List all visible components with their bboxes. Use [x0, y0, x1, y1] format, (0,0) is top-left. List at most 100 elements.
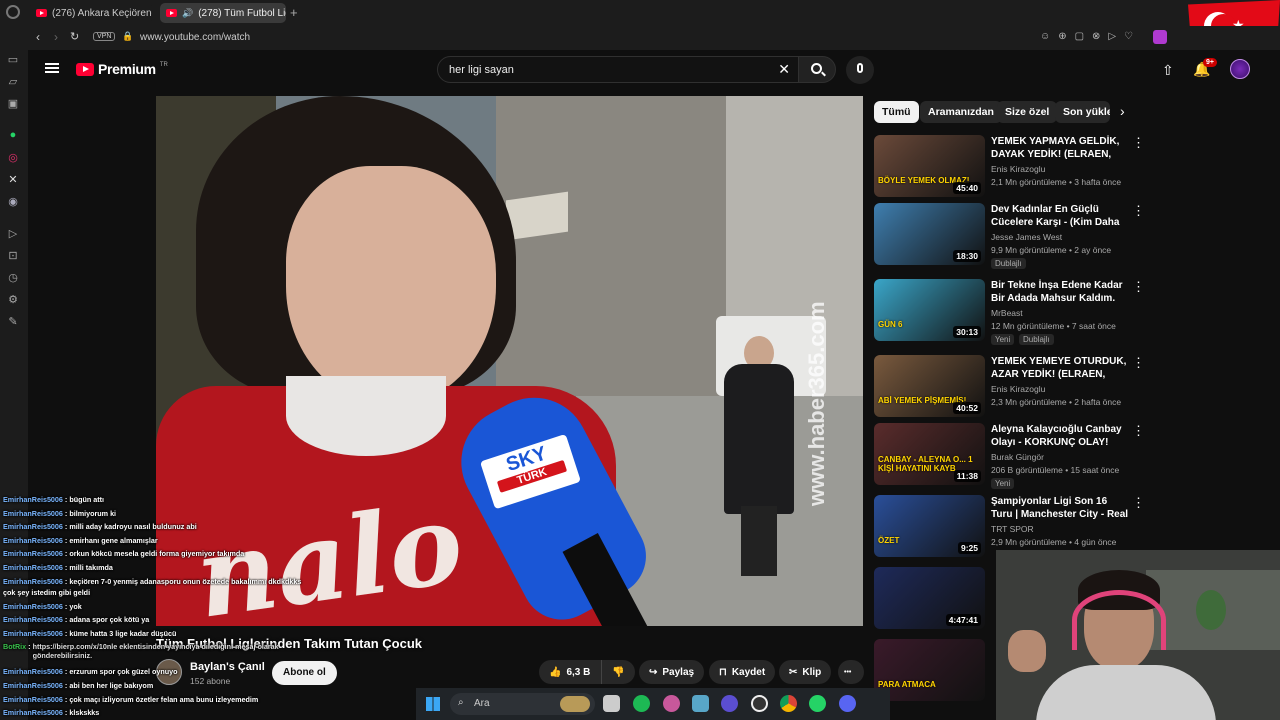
more-options-icon[interactable]: ⋮ — [1132, 203, 1145, 218]
video-title[interactable]: YEMEK YAPMAYA GELDİK, DAYAK YEDİK! (ELRA… — [991, 135, 1129, 162]
recommended-video[interactable]: 18:30 Dev Kadınlar En Güçlü Cücelere Karş… — [874, 203, 1145, 269]
chat-message: EmirhanReis5006 : adana spor çok kötü ya — [3, 615, 149, 624]
search-input[interactable]: her ligi sayan ✕ — [437, 56, 799, 83]
chat-text: bügün attı — [69, 495, 105, 504]
settings-icon[interactable]: ⚙ — [6, 292, 20, 306]
recommended-video[interactable]: ABİ YEMEK PİŞMEMİŞ! 40:52 YEMEK YEMEYE OTU… — [874, 355, 1145, 421]
hamburger-menu-icon[interactable] — [45, 63, 59, 73]
reload-icon[interactable]: ↻ — [70, 30, 79, 43]
forward-icon[interactable]: › — [54, 30, 58, 44]
more-actions-button[interactable]: ••• — [838, 660, 864, 684]
app-icon-1[interactable] — [663, 695, 680, 712]
discord-icon[interactable]: ◉ — [6, 194, 20, 208]
video-title[interactable]: Şampiyonlar Ligi Son 16 Turu | Mancheste… — [991, 495, 1129, 522]
whatsapp-icon[interactable]: ● — [6, 128, 20, 142]
channel-name[interactable]: Jesse James West — [991, 232, 1062, 242]
tab-1[interactable]: (276) Ankara Keçiörengüc — [30, 3, 152, 23]
chrome-icon[interactable] — [780, 695, 797, 712]
more-options-icon[interactable]: ⋮ — [1132, 355, 1145, 370]
video-thumbnail[interactable]: 18:30 — [874, 203, 985, 265]
chat-username: EmirhanReis5006 — [3, 667, 63, 676]
video-thumbnail[interactable]: GÜN 6 30:13 — [874, 279, 985, 341]
spotify-icon[interactable] — [633, 695, 650, 712]
chip-for-you[interactable]: Size özel — [997, 101, 1058, 123]
chat-message: EmirhanReis5006 : küme hatta 3 lige kada… — [3, 629, 176, 638]
subscribe-button[interactable]: Abone ol — [272, 661, 337, 685]
chip-recent[interactable]: Son yükle — [1055, 101, 1110, 123]
chat-message: EmirhanReis5006 : orkun kökcü mesela gel… — [3, 549, 244, 558]
app-icon-2[interactable] — [692, 695, 709, 712]
youtube-logo[interactable]: Premium TR — [76, 61, 168, 77]
clip-button[interactable]: ✂ Klip — [779, 660, 832, 684]
channel-name[interactable]: TRT SPOR — [991, 524, 1034, 534]
back-icon[interactable]: ‹ — [36, 30, 40, 44]
share-button[interactable]: ↪ Paylaş — [639, 660, 705, 684]
chip-all[interactable]: Tümü — [874, 101, 919, 123]
sidebar-icon-1[interactable]: ▭ — [6, 52, 20, 66]
logo-text: Premium — [98, 61, 156, 77]
chat-text: https://bierp.com/x/10nle eklentisinden … — [32, 642, 279, 660]
channel-name[interactable]: Baylan's Çanıl — [190, 661, 265, 673]
chat-text: milli aday kadroyu nasıl buldunuz abi — [69, 522, 197, 531]
video-player[interactable]: nalo SKY TÜRK www.haber365.com — [156, 96, 863, 626]
more-options-icon[interactable]: ⋮ — [1132, 423, 1145, 438]
more-options-icon[interactable]: ⋮ — [1132, 495, 1145, 510]
recommended-video[interactable]: CANBAY - ALEYNA O... 1 KİŞİ HAYATINI KAY… — [874, 423, 1145, 489]
sidebar-icon-brush[interactable]: ✎ — [6, 314, 20, 328]
whatsapp-taskbar-icon[interactable] — [809, 695, 826, 712]
task-view-icon[interactable] — [603, 695, 620, 712]
sidebar-icon-2[interactable]: ▱ — [6, 74, 20, 88]
like-button[interactable]: 👍 6,3 B — [539, 660, 601, 684]
x-icon[interactable]: ✕ — [6, 172, 20, 186]
chat-message: EmirhanReis5006 : yok — [3, 602, 82, 611]
channel-name[interactable]: Enis Kirazoglu — [991, 384, 1045, 394]
extension-icons[interactable]: ☺⊕▢⊗▷♡ — [1040, 31, 1141, 42]
app-icon-4[interactable] — [751, 695, 768, 712]
chat-message: çok şey istedim gibi geldi — [3, 588, 90, 597]
video-title[interactable]: Dev Kadınlar En Güçlü Cücelere Karşı - (… — [991, 203, 1129, 230]
chevron-right-icon[interactable]: › — [1120, 103, 1125, 119]
video-title[interactable]: Aleyna Kalaycıoğlu Canbay Olayı - KORKUN… — [991, 423, 1129, 449]
video-meta: 2,1 Mn görüntüleme • 3 hafta önce — [991, 177, 1122, 187]
sidebar-icon-box[interactable]: ⊡ — [6, 248, 20, 262]
recommended-video[interactable]: BÖYLE YEMEK OLMAZ! 45:40 YEMEK YAPMAYA GEL… — [874, 135, 1145, 201]
more-options-icon[interactable]: ⋮ — [1132, 279, 1145, 294]
clear-search-icon[interactable]: ✕ — [778, 61, 790, 78]
address-bar[interactable]: www.youtube.com/watch — [140, 32, 250, 43]
channel-name[interactable]: MrBeast — [991, 308, 1023, 318]
video-thumbnail[interactable]: ÖZET 9:25 — [874, 495, 985, 557]
tab-2[interactable]: 🔊 (278) Tüm Futbol Ligle — [160, 3, 286, 23]
chat-username: EmirhanReis5006 — [3, 708, 63, 717]
history-icon[interactable]: ◷ — [6, 270, 20, 284]
sidebar-icon-3[interactable]: ▣ — [6, 96, 20, 110]
extension-active-icon[interactable] — [1153, 30, 1167, 44]
windows-start-icon[interactable] — [426, 697, 440, 711]
sidebar-icon-play[interactable]: ▷ — [6, 226, 20, 240]
channel-name[interactable]: Enis Kirazoglu — [991, 164, 1045, 174]
browser-menu-icon[interactable] — [6, 5, 20, 19]
account-avatar[interactable] — [1230, 59, 1250, 79]
instagram-icon[interactable]: ◎ — [6, 150, 20, 164]
vpn-badge[interactable]: VPN — [93, 32, 116, 41]
dislike-button[interactable]: 👎 — [601, 660, 635, 684]
save-button[interactable]: ⊓ Kaydet — [709, 660, 776, 684]
video-title[interactable]: YEMEK YEMEYE OTURDUK, AZAR YEDİK! (ELRAE… — [991, 355, 1129, 382]
taskbar-search[interactable]: ⌕ Ara — [450, 693, 595, 715]
discord-taskbar-icon[interactable] — [839, 695, 856, 712]
new-tab-button[interactable]: + — [290, 5, 298, 20]
video-thumbnail[interactable]: 4:47:41 — [874, 567, 985, 629]
channel-name[interactable]: Burak Güngör — [991, 452, 1044, 462]
chip-from-search[interactable]: Aramanızdan — [920, 101, 1002, 123]
video-thumbnail[interactable]: PARA ATMACA — [874, 639, 985, 701]
more-options-icon[interactable]: ⋮ — [1132, 135, 1145, 150]
video-title[interactable]: Bir Tekne İnşa Edene Kadar Bir Adada Mah… — [991, 279, 1129, 305]
video-thumbnail[interactable]: CANBAY - ALEYNA O... 1 KİŞİ HAYATINI KAY… — [874, 423, 985, 485]
recommended-video[interactable]: GÜN 6 30:13 Bir Tekne İnşa Edene Kadar Bir… — [874, 279, 1145, 345]
search-button[interactable] — [798, 56, 836, 83]
app-icon-3[interactable] — [721, 695, 738, 712]
upload-icon[interactable]: ⇧ — [1162, 62, 1174, 79]
voice-search-button[interactable] — [846, 56, 874, 84]
tab-title: (278) Tüm Futbol Ligle — [198, 7, 286, 19]
video-thumbnail[interactable]: BÖYLE YEMEK OLMAZ! 45:40 — [874, 135, 985, 197]
video-thumbnail[interactable]: ABİ YEMEK PİŞMEMİŞ! 40:52 — [874, 355, 985, 417]
